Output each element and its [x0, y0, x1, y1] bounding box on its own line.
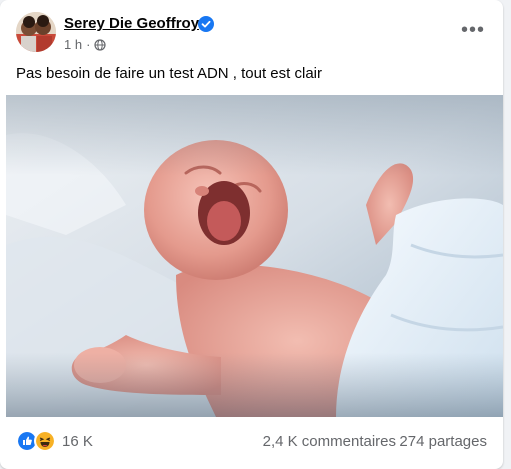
- post-text: Pas besoin de faire un test ADN , tout e…: [16, 65, 322, 82]
- reactions-summary[interactable]: 16 K: [16, 430, 93, 452]
- post-footer: 16 K 2,4 K commentaires 274 partages: [16, 428, 487, 456]
- post-image[interactable]: [6, 95, 503, 417]
- meta-separator: ·: [86, 37, 91, 52]
- haha-icon: [34, 430, 56, 452]
- globe-icon[interactable]: [94, 38, 107, 51]
- post-card: Serey Die Geoffroy 1 h · ••• Pas besoin …: [0, 0, 503, 469]
- reaction-count: 16 K: [62, 432, 93, 450]
- shares-count-link[interactable]: 274 partages: [399, 433, 487, 450]
- more-options-button[interactable]: •••: [455, 16, 491, 44]
- post-meta: 1 h ·: [64, 37, 107, 52]
- avatar-image: [16, 12, 56, 52]
- author-name-link[interactable]: Serey Die Geoffroy: [64, 15, 199, 32]
- comments-count-link[interactable]: 2,4 K commentaires: [263, 433, 396, 450]
- newborn-photo: [6, 95, 503, 417]
- verified-badge-icon: [198, 16, 214, 32]
- post-header: Serey Die Geoffroy 1 h · •••: [16, 12, 491, 56]
- post-time-link[interactable]: 1 h: [64, 37, 82, 52]
- author-avatar[interactable]: [16, 12, 56, 52]
